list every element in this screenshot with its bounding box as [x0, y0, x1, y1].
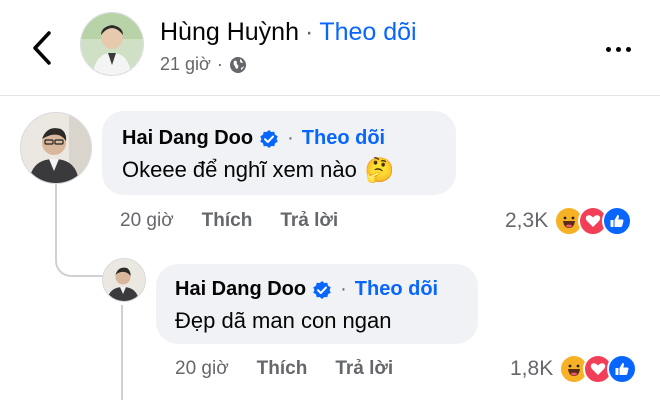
comment-time[interactable]: 20 giờ [120, 210, 174, 232]
back-button[interactable] [22, 26, 62, 70]
reply-thread-line [121, 305, 123, 400]
author-name[interactable]: Hùng Huỳnh [160, 18, 299, 46]
comment-actions: 20 giờ Thích Trả lời [120, 210, 338, 232]
reply-actions: 20 giờ Thích Trả lời [175, 358, 393, 380]
like-button[interactable]: Thích [257, 358, 308, 380]
comment-text-row: Okeee để nghĩ xem nào 🤔 [122, 156, 395, 184]
reply-text: Đẹp dã man con ngan [175, 308, 392, 333]
separator-dot: · [287, 127, 294, 149]
separator-dot: · [304, 18, 314, 46]
separator-dot: · [340, 278, 347, 300]
reaction-count: 2,3K [505, 209, 549, 232]
follow-button[interactable]: Theo dõi [319, 18, 416, 46]
more-button[interactable] [598, 34, 638, 64]
post-time[interactable]: 21 giờ [160, 54, 211, 75]
like-button[interactable]: Thích [202, 210, 253, 232]
verified-badge-icon [260, 129, 278, 148]
thread-connector [55, 245, 103, 277]
reply-button[interactable]: Trả lời [335, 358, 393, 380]
comment-author[interactable]: Hai Dang Doo [122, 127, 253, 150]
follow-button[interactable]: Theo dõi [355, 278, 438, 301]
comment-text: Okeee để nghĩ xem nào [122, 157, 357, 182]
chevron-left-icon [33, 31, 51, 65]
commenter-avatar[interactable] [20, 112, 92, 184]
author-name-row: Hùng Huỳnh · Theo dõi [160, 18, 417, 47]
like-reaction-icon [602, 206, 633, 236]
author-avatar[interactable] [80, 12, 144, 76]
more-icon [605, 46, 611, 52]
post-meta: 21 giờ · [160, 54, 247, 75]
reply-time[interactable]: 20 giờ [175, 358, 229, 380]
reaction-count: 1,8K [510, 357, 554, 380]
like-reaction-icon [607, 354, 638, 384]
reply-author[interactable]: Hai Dang Doo [175, 278, 306, 301]
reply-author-row: Hai Dang Doo · Theo dõi [175, 278, 438, 301]
reply-reaction-summary[interactable]: 1,8K [510, 354, 638, 384]
reply-text-row: Đẹp dã man con ngan [175, 308, 392, 334]
meta-separator: · [216, 54, 223, 74]
reaction-summary[interactable]: 2,3K [505, 206, 633, 236]
reply-avatar[interactable] [102, 258, 146, 302]
follow-button[interactable]: Theo dõi [302, 127, 385, 150]
comment-author-row: Hai Dang Doo · Theo dõi [122, 127, 385, 150]
reply-button[interactable]: Trả lời [280, 210, 338, 232]
globe-icon [229, 56, 246, 73]
verified-badge-icon [313, 280, 331, 299]
thinking-emoji: 🤔 [364, 156, 395, 184]
